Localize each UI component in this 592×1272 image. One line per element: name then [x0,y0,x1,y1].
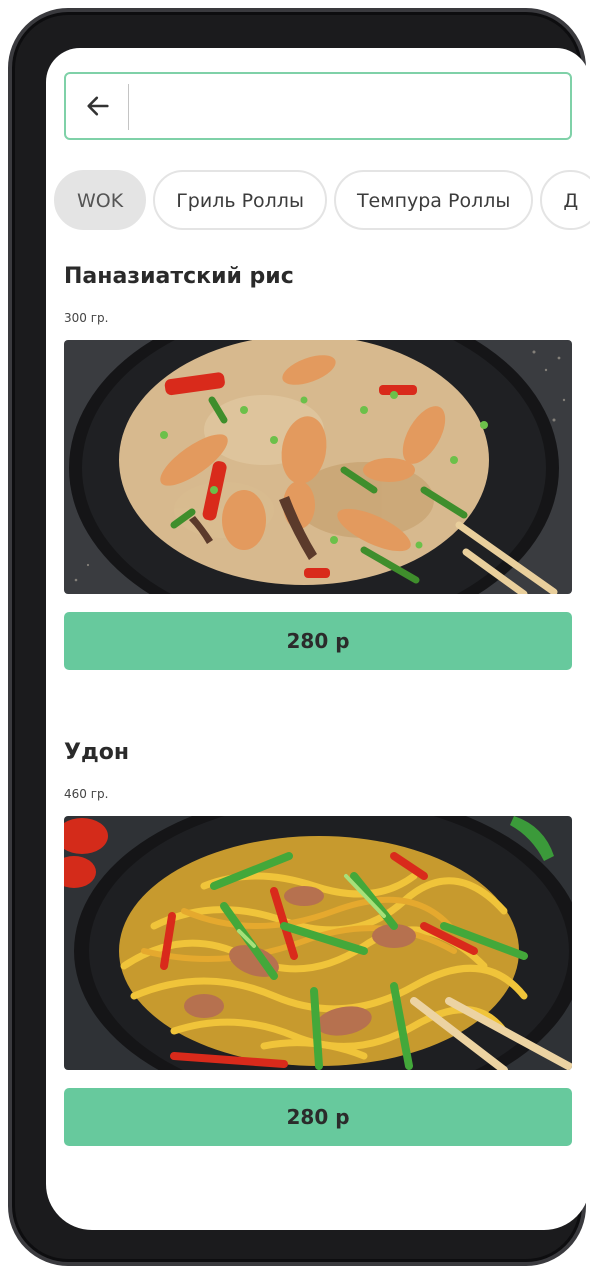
search-input[interactable] [138,84,562,132]
price-button[interactable]: 280 р [64,612,572,670]
product-title: Паназиатский рис [64,264,294,289]
arrow-left-icon [87,96,109,116]
category-chip-partial[interactable]: Д [540,170,590,230]
category-chip-wok[interactable]: WOK [54,170,147,230]
back-button[interactable] [74,82,122,130]
product-card: Удон 460 гр. 280 р [64,738,572,1146]
category-chip-grill-rolls[interactable]: Гриль Роллы [153,170,327,230]
phone-frame: WOK Гриль Роллы Темпура Роллы Д Паназиатски… [8,8,590,1266]
product-weight: 460 гр. [64,787,109,801]
product-weight: 300 гр. [64,311,109,325]
product-photo[interactable] [64,340,572,594]
app-screen: WOK Гриль Роллы Темпура Роллы Д Паназиатски… [46,48,590,1230]
category-chip-tempura-rolls[interactable]: Темпура Роллы [333,170,534,230]
product-photo[interactable] [64,816,572,1070]
product-card: Паназиатский рис 300 гр. 280 р [64,262,572,670]
category-tabs: WOK Гриль Роллы Темпура Роллы Д [54,170,590,236]
search-divider [128,84,129,130]
price-button[interactable]: 280 р [64,1088,572,1146]
product-title: Удон [64,740,130,765]
search-bar [64,72,572,140]
